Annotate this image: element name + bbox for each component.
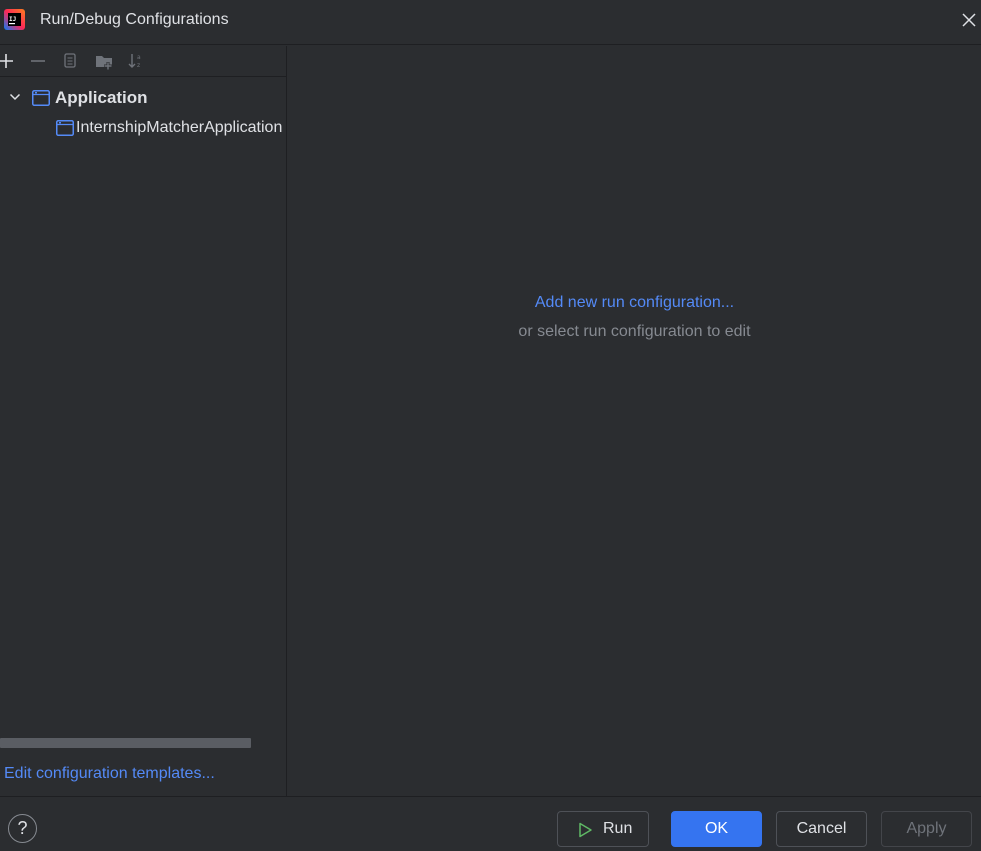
apply-button[interactable]: Apply (881, 811, 972, 847)
tree-item-label: InternshipMatcherApplication (76, 119, 283, 136)
new-folder-icon[interactable] (94, 51, 114, 71)
title-bar: IJ Run/Debug Configurations (0, 0, 981, 45)
intellij-idea-logo-icon: IJ (4, 9, 25, 30)
configurations-panel: a z Application InternshipMatcherApplica… (0, 46, 287, 796)
svg-text:IJ: IJ (9, 16, 16, 23)
run-icon (579, 822, 592, 838)
edit-configuration-templates-link[interactable]: Edit configuration templates... (4, 764, 215, 784)
application-config-icon (32, 90, 50, 106)
copy-icon[interactable] (60, 51, 80, 71)
help-button[interactable]: ? (8, 814, 37, 843)
svg-text:z: z (137, 62, 140, 69)
configurations-toolbar: a z (0, 46, 286, 77)
remove-icon[interactable] (28, 51, 48, 71)
tree-group-label: Application (55, 88, 148, 107)
run-debug-configurations-dialog: IJ Run/Debug Configurations a z Applicat… (0, 0, 981, 851)
run-button[interactable]: Run (557, 811, 649, 847)
add-new-run-configuration-link[interactable]: Add new run configuration... (288, 293, 981, 313)
ok-button[interactable]: OK (671, 811, 762, 847)
tree-item-internship-matcher[interactable]: InternshipMatcherApplication (0, 113, 286, 143)
application-config-icon (56, 120, 74, 136)
configuration-editor-panel: Add new run configuration... or select r… (288, 46, 981, 796)
svg-text:a: a (137, 54, 141, 61)
cancel-button[interactable]: Cancel (776, 811, 867, 847)
run-button-label: Run (603, 820, 633, 837)
close-icon[interactable] (958, 9, 980, 31)
tree-group-application[interactable]: Application (0, 83, 286, 113)
dialog-title: Run/Debug Configurations (40, 11, 229, 28)
dialog-button-bar: ? Run OK Cancel Apply (0, 796, 981, 851)
horizontal-scrollbar[interactable] (0, 738, 251, 748)
sort-alphabetically-icon[interactable]: a z (126, 51, 146, 71)
add-icon[interactable] (0, 51, 16, 71)
chevron-down-icon[interactable] (8, 90, 22, 104)
empty-state-hint: or select run configuration to edit (518, 323, 751, 340)
